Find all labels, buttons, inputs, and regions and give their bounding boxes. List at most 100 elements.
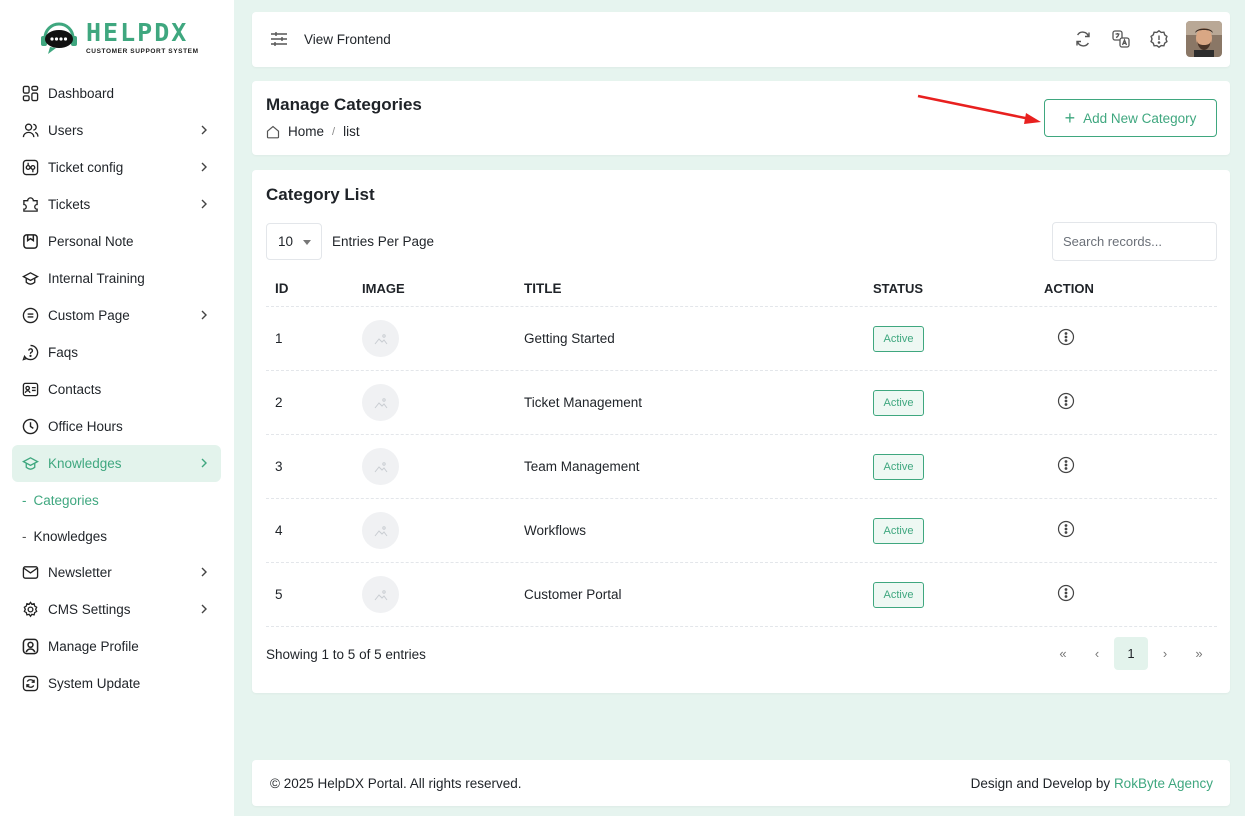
column-header-id[interactable]: ID — [266, 281, 362, 296]
sidebar-item-label: Faqs — [48, 345, 79, 360]
more-options-icon[interactable] — [1057, 520, 1075, 538]
cell-status: Active — [873, 581, 1044, 608]
view-frontend-link[interactable]: View Frontend — [304, 32, 391, 47]
sidebar-item-users[interactable]: Users — [12, 112, 221, 149]
credit: Design and Develop by RokByte Agency — [971, 776, 1213, 791]
sidebar-item-internal-training[interactable]: Internal Training — [12, 260, 221, 297]
sidebar-item-knowledges[interactable]: Knowledges — [12, 445, 221, 482]
chevron-right-icon — [197, 565, 211, 579]
entries-per-page: 10 Entries Per Page — [266, 223, 434, 260]
sidebar-item-office-hours[interactable]: Office Hours — [12, 408, 221, 445]
status-badge: Active — [873, 517, 924, 544]
sidebar-item-label: Manage Profile — [48, 639, 139, 654]
add-new-category-button[interactable]: + Add New Category — [1044, 99, 1217, 137]
sliders-icon[interactable] — [270, 31, 288, 47]
more-options-icon[interactable] — [1057, 584, 1075, 602]
image-placeholder-icon — [362, 384, 399, 421]
credit-link[interactable]: RokByte Agency — [1114, 776, 1213, 791]
column-header-action: ACTION — [1044, 280, 1094, 296]
table-row: 5 Customer Portal Active — [266, 563, 1217, 627]
user-avatar[interactable] — [1186, 21, 1222, 57]
sidebar-item-tickets[interactable]: Tickets — [12, 186, 221, 223]
copyright: © 2025 HelpDX Portal. All rights reserve… — [270, 776, 522, 791]
status-badge: Active — [873, 325, 924, 352]
image-placeholder-icon — [362, 448, 399, 485]
submenu-item-knowledges[interactable]: - Knowledges — [12, 518, 221, 554]
brand-logo[interactable]: HELPDX CUSTOMER SUPPORT SYSTEM — [36, 12, 206, 62]
update-icon — [21, 675, 39, 693]
sidebar-item-personal-note[interactable]: Personal Note — [12, 223, 221, 260]
cell-action — [1044, 392, 1144, 413]
next-page-button[interactable]: › — [1148, 637, 1182, 670]
chevron-right-icon — [197, 308, 211, 322]
sidebar-item-label: Office Hours — [48, 419, 123, 434]
sidebar-item-label: Contacts — [48, 382, 102, 397]
sidebar-item-system-update[interactable]: System Update — [12, 665, 221, 702]
first-page-button[interactable]: « — [1046, 637, 1080, 670]
image-placeholder-icon — [362, 512, 399, 549]
table-row: 4 Workflows Active — [266, 499, 1217, 563]
cell-image — [362, 576, 524, 613]
topbar-actions — [1072, 21, 1222, 57]
sidebar-item-label: CMS Settings — [48, 602, 131, 617]
custom-page-icon — [21, 307, 39, 325]
cell-action — [1044, 584, 1144, 605]
cell-image — [362, 448, 524, 485]
breadcrumb-current: list — [343, 124, 360, 139]
topbar: View Frontend — [252, 12, 1230, 67]
sidebar-item-custom-page[interactable]: Custom Page — [12, 297, 221, 334]
ticket-config-icon — [21, 159, 39, 177]
training-icon — [21, 270, 39, 288]
sidebar-item-newsletter[interactable]: Newsletter — [12, 554, 221, 591]
column-header-image[interactable]: IMAGE — [362, 281, 524, 296]
cell-title: Ticket Management — [524, 395, 643, 410]
translate-icon[interactable] — [1110, 28, 1132, 50]
sidebar-item-cms-settings[interactable]: CMS Settings — [12, 591, 221, 628]
image-placeholder-icon — [362, 320, 399, 357]
chevron-right-icon — [197, 197, 211, 211]
cell-image — [362, 384, 524, 421]
category-list-card: Category List 10 Entries Per Page ID IMA… — [252, 170, 1230, 693]
dashboard-icon — [21, 85, 39, 103]
entries-select-value: 10 — [278, 234, 294, 249]
category-table: ID IMAGE TITLE STATUS ACTION 1 Getting St… — [266, 270, 1217, 627]
sidebar-item-label: Custom Page — [48, 308, 130, 323]
last-page-button[interactable]: » — [1182, 637, 1216, 670]
contacts-icon — [21, 381, 39, 399]
more-options-icon[interactable] — [1057, 392, 1075, 410]
cell-title: Customer Portal — [524, 587, 622, 602]
cell-id: 1 — [275, 331, 283, 346]
cell-image — [362, 512, 524, 549]
submenu-label: Categories — [33, 492, 99, 508]
cell-image — [362, 320, 524, 357]
clock-icon — [21, 418, 39, 436]
page-header: Manage Categories Home / list + Add New … — [252, 81, 1230, 155]
page-1-button[interactable]: 1 — [1114, 637, 1148, 670]
sidebar-item-label: Tickets — [48, 197, 91, 212]
refresh-icon[interactable] — [1072, 28, 1094, 50]
more-options-icon[interactable] — [1057, 328, 1075, 346]
chevron-right-icon — [197, 160, 211, 174]
tickets-icon — [21, 196, 39, 214]
sidebar-item-manage-profile[interactable]: Manage Profile — [12, 628, 221, 665]
search-input[interactable] — [1052, 222, 1217, 261]
breadcrumb-home[interactable]: Home — [288, 124, 324, 139]
sidebar-item-dashboard[interactable]: Dashboard — [12, 75, 221, 112]
breadcrumb: Home / list — [266, 124, 360, 139]
alert-badge-icon[interactable] — [1148, 28, 1170, 50]
submenu-item-categories[interactable]: - Categories — [12, 482, 221, 518]
note-icon — [21, 233, 39, 251]
sidebar-item-contacts[interactable]: Contacts — [12, 371, 221, 408]
sidebar-item-ticket-config[interactable]: Ticket config — [12, 149, 221, 186]
sidebar-item-label: Knowledges — [48, 456, 122, 471]
column-header-status[interactable]: STATUS — [873, 281, 1044, 296]
cell-id: 3 — [275, 459, 283, 474]
sidebar-item-faqs[interactable]: Faqs — [12, 334, 221, 371]
column-header-title[interactable]: TITLE — [524, 281, 873, 296]
table-row: 2 Ticket Management Active — [266, 371, 1217, 435]
prev-page-button[interactable]: ‹ — [1080, 637, 1114, 670]
cell-status: Active — [873, 453, 1044, 480]
more-options-icon[interactable] — [1057, 456, 1075, 474]
entries-select[interactable]: 10 — [266, 223, 322, 260]
submenu-label: Knowledges — [33, 528, 108, 544]
